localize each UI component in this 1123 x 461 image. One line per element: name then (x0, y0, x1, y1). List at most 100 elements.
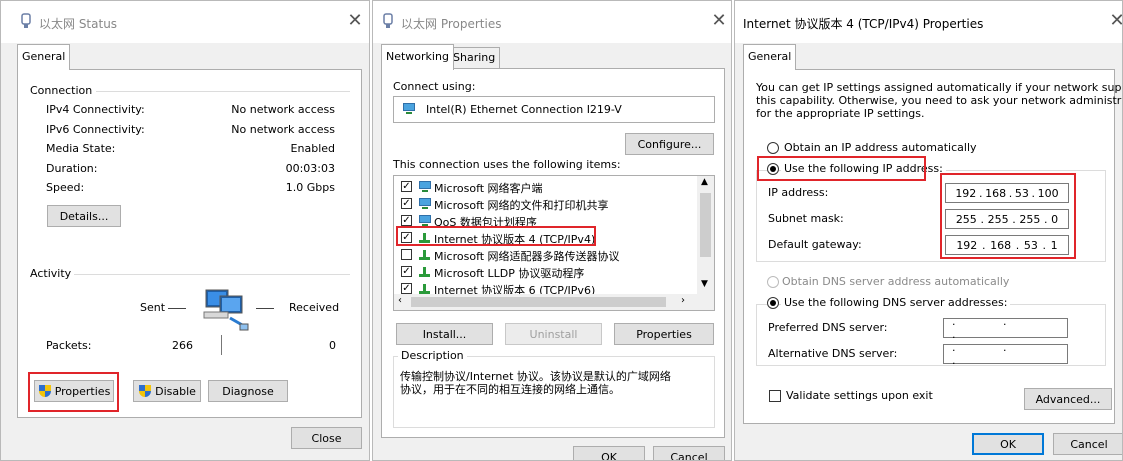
activity-divider (74, 274, 350, 275)
list-item[interactable]: ✓ Microsoft LLDP 协议驱动程序 (401, 264, 691, 280)
scroll-left-icon[interactable]: ‹ (398, 295, 402, 306)
list-item[interactable]: ✓ Microsoft 网络的文件和打印机共享 (401, 196, 691, 212)
status-general-panel: Connection IPv4 Connectivity: No network… (17, 69, 362, 418)
item-checkbox[interactable]: ✓ (401, 198, 412, 209)
protocol-icon (418, 249, 432, 261)
item-label: Microsoft 网络的文件和打印机共享 (434, 199, 609, 212)
item-label: Microsoft 网络适配器多路传送器协议 (434, 250, 620, 263)
network-adapter-icon (383, 13, 393, 28)
close-icon[interactable]: ✕ (709, 10, 729, 32)
network-client-icon (418, 181, 432, 193)
item-checkbox[interactable] (401, 249, 412, 260)
item-label: Microsoft 网络客户端 (434, 182, 543, 195)
item-label: Microsoft LLDP 协议驱动程序 (434, 267, 585, 280)
disable-button[interactable]: Disable (133, 380, 201, 402)
network-adapter-icon (402, 103, 416, 115)
speed-label: Speed: (46, 181, 85, 194)
obtain-dns-auto-radio (767, 276, 779, 288)
disable-button-label: Disable (155, 384, 196, 398)
ipv4-connectivity-value: No network access (231, 103, 335, 116)
subnet-mask-label: Subnet mask: (768, 212, 844, 225)
packets-received-value: 0 (329, 339, 336, 352)
tab-sharing[interactable]: Sharing (448, 47, 501, 68)
cancel-button[interactable]: Cancel (653, 446, 725, 460)
description-label: Description (398, 349, 467, 362)
scroll-up-icon[interactable]: ▲ (701, 177, 708, 187)
ip-address-label: IP address: (768, 186, 829, 199)
item-checkbox[interactable]: ✓ (401, 283, 412, 294)
tab-networking[interactable]: Networking (381, 44, 454, 70)
ipv4-connectivity-label: IPv4 Connectivity: (46, 103, 145, 116)
received-line (256, 308, 274, 309)
use-following-dns-radio[interactable] (767, 297, 779, 309)
media-state-label: Media State: (46, 142, 116, 155)
network-computers-icon (203, 289, 249, 331)
scroll-down-icon[interactable]: ▼ (701, 279, 708, 289)
item-checkbox[interactable]: ✓ (401, 215, 412, 226)
ok-button[interactable]: OK (573, 446, 645, 460)
close-icon[interactable]: ✕ (1107, 10, 1122, 32)
ipv6-connectivity-label: IPv6 Connectivity: (46, 123, 145, 136)
sent-line (168, 308, 186, 309)
connection-divider (96, 91, 350, 92)
tab-general[interactable]: General (743, 44, 797, 70)
connection-header: Connection (30, 84, 93, 97)
properties-window: 以太网 Properties ✕ Networking Sharing Conn… (372, 0, 732, 461)
scroll-right-icon[interactable]: › (681, 295, 685, 306)
details-button[interactable]: Details... (47, 205, 121, 227)
protocol-icon (418, 266, 432, 278)
horizontal-scrollbar[interactable]: ‹ › (394, 294, 714, 310)
duration-value: 00:03:03 (285, 162, 335, 175)
obtain-dns-auto-label: Obtain DNS server address automatically (782, 275, 1010, 288)
vertical-scrollbar[interactable]: ▲ ▼ (697, 176, 714, 294)
list-item[interactable]: ✓ Microsoft 网络客户端 (401, 179, 691, 195)
item-checkbox[interactable]: ✓ (401, 181, 412, 192)
configure-button[interactable]: Configure... (625, 133, 714, 155)
ipv4-properties-window: Internet 协议版本 4 (TCP/IPv4) Properties ✕ … (734, 0, 1123, 461)
default-gateway-label: Default gateway: (768, 238, 862, 251)
shield-icon (138, 384, 152, 398)
packets-sent-value: 266 (172, 339, 193, 352)
scroll-thumb[interactable] (700, 193, 711, 257)
validate-checkbox[interactable] (769, 390, 781, 402)
uninstall-button: Uninstall (505, 323, 602, 345)
scroll-thumb[interactable] (411, 297, 666, 307)
tab-general[interactable]: General (17, 44, 71, 70)
intro-text: this capability. Otherwise, you need to … (756, 94, 1123, 107)
alternate-dns-label: Alternative DNS server: (768, 347, 898, 360)
use-following-dns-label[interactable]: Use the following DNS server addresses: (781, 296, 1011, 309)
ok-button[interactable]: OK (972, 433, 1044, 455)
status-titlebar: 以太网 Status ✕ (1, 1, 369, 43)
properties-highlight (28, 372, 119, 412)
cancel-button[interactable]: Cancel (1053, 433, 1122, 455)
items-label: This connection uses the following items… (393, 158, 621, 171)
properties-window-title: 以太网 Properties (401, 17, 502, 31)
obtain-ip-auto-label[interactable]: Obtain an IP address automatically (784, 141, 977, 154)
network-adapter-icon (21, 13, 31, 28)
close-icon[interactable]: ✕ (345, 10, 365, 32)
install-button[interactable]: Install... (396, 323, 493, 345)
diagnose-button[interactable]: Diagnose (208, 380, 288, 402)
item-checkbox[interactable]: ✓ (401, 266, 412, 277)
status-window-title: 以太网 Status (39, 17, 118, 31)
media-state-value: Enabled (290, 142, 335, 155)
close-button[interactable]: Close (291, 427, 362, 449)
speed-value: 1.0 Gbps (285, 181, 335, 194)
obtain-ip-auto-radio[interactable] (767, 142, 779, 154)
packets-divider (221, 335, 222, 355)
preferred-dns-input[interactable]: . . . (943, 315, 1068, 341)
received-label: Received (289, 301, 340, 314)
sent-label: Sent (140, 301, 166, 314)
validate-label[interactable]: Validate settings upon exit (786, 389, 933, 402)
advanced-button[interactable]: Advanced... (1024, 388, 1112, 410)
status-window: 以太网 Status ✕ General Connection IPv4 Con… (0, 0, 370, 461)
ipv4-titlebar: Internet 协议版本 4 (TCP/IPv4) Properties ✕ (735, 1, 1122, 43)
list-item[interactable]: Microsoft 网络适配器多路传送器协议 (401, 247, 691, 263)
use-ip-highlight (757, 156, 926, 181)
description-text: 协议，用于在不同的相互连接的网络上通信。 (400, 383, 620, 396)
item-properties-button[interactable]: Properties (614, 323, 714, 345)
packets-label: Packets: (46, 339, 92, 352)
network-client-icon (418, 198, 432, 210)
alternate-dns-input[interactable]: . . . (943, 341, 1068, 367)
ipv6-connectivity-value: No network access (231, 123, 335, 136)
